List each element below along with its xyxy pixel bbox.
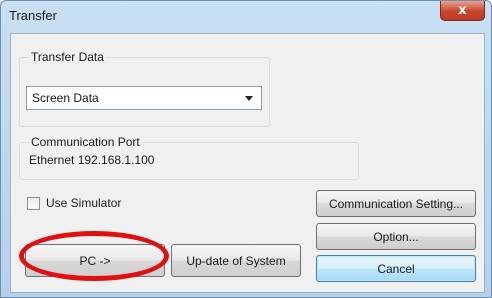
close-button[interactable]: x [440, 1, 485, 21]
communication-port-value: Ethernet 192.168.1.100 [29, 153, 155, 167]
option-button[interactable]: Option... [316, 223, 476, 250]
chevron-down-icon [245, 96, 253, 101]
close-icon: x [458, 3, 467, 18]
window-title: Transfer [9, 8, 57, 23]
transfer-data-select[interactable]: Screen Data [26, 86, 262, 110]
cancel-button[interactable]: Cancel [316, 255, 476, 282]
transfer-data-label: Transfer Data [29, 50, 106, 64]
communication-port-label: Communication Port [29, 135, 142, 149]
use-simulator-label: Use Simulator [46, 196, 122, 210]
transfer-dialog: Transfer x Transfer Data Screen Data Com… [0, 0, 492, 298]
transfer-data-selected: Screen Data [32, 91, 99, 105]
title-bar[interactable]: Transfer x [1, 1, 491, 31]
dialog-body: Transfer Data Screen Data Communication … [10, 33, 485, 293]
update-system-button[interactable]: Up-date of System [171, 244, 301, 277]
communication-setting-button[interactable]: Communication Setting... [316, 190, 476, 217]
use-simulator-checkbox[interactable] [27, 197, 40, 210]
pc-transfer-button[interactable]: PC -> [25, 244, 165, 277]
